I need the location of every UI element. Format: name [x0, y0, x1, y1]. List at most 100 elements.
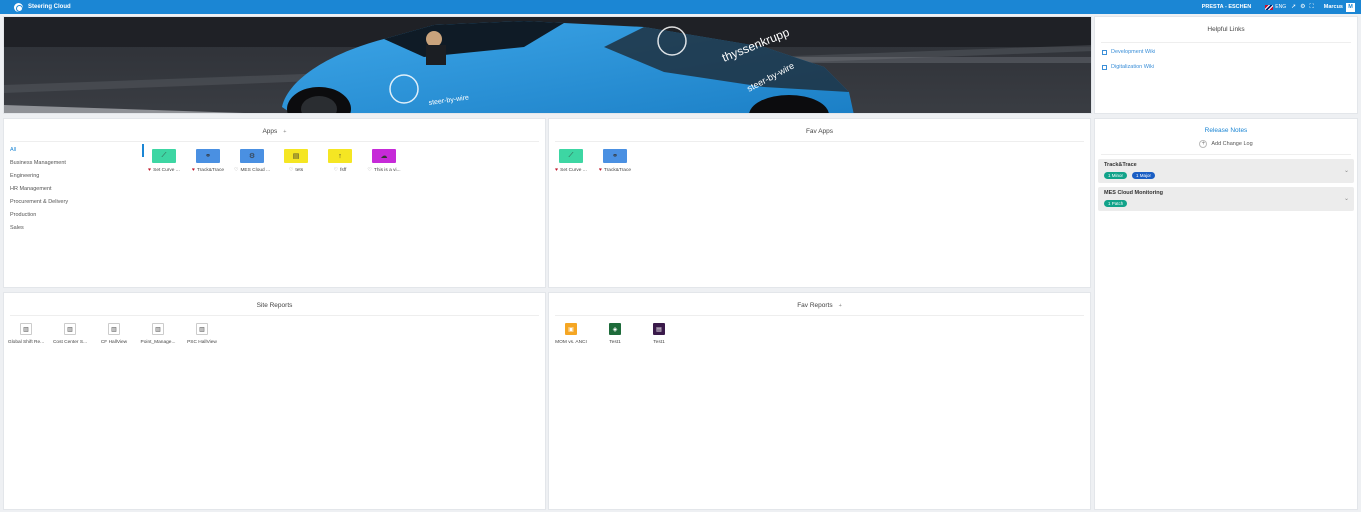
- plant-selector[interactable]: PRESTA - ESCHEN: [1202, 4, 1252, 10]
- fav-report-tile[interactable]: ▤ Test1: [638, 323, 680, 345]
- app-tile-label: ♡ MES Cloud ...: [232, 167, 272, 173]
- fav-reports-title: Fav Reports +: [549, 302, 1090, 309]
- app-name: This is a vi...: [373, 167, 401, 173]
- app-tile-label: ♥ Set Curve ...: [144, 167, 184, 173]
- add-report-icon[interactable]: +: [839, 303, 842, 309]
- divider: [10, 141, 539, 142]
- app-name: Steering Cloud: [28, 4, 71, 10]
- report-tile[interactable]: ▥ Point_Manage...: [137, 323, 179, 345]
- app-name: fsff: [340, 167, 347, 173]
- app-tile[interactable]: ⚙ ♡ MES Cloud ...: [232, 149, 272, 173]
- add-app-icon[interactable]: +: [283, 129, 286, 135]
- app-icon: ▤: [284, 149, 308, 163]
- app-icon: ↑: [328, 149, 352, 163]
- link-label: Digitalization Wiki: [1111, 64, 1155, 70]
- fav-report-tile[interactable]: ◈ Test1: [594, 323, 636, 345]
- category-production[interactable]: Production: [10, 212, 68, 225]
- app-icon: ☁: [372, 149, 396, 163]
- app-tile[interactable]: ⟋ ♥ Set Curve ...: [144, 149, 184, 173]
- steering-cloud-logo-icon: [14, 2, 23, 12]
- report-tile[interactable]: ▥ PSC HallView: [181, 323, 223, 345]
- version-badge: 1 Minor: [1104, 172, 1128, 179]
- report-tile[interactable]: ▥ Cost Center S...: [49, 323, 91, 345]
- app-icon: ⚭: [196, 149, 220, 163]
- pin-icon[interactable]: ➚: [1291, 4, 1296, 10]
- app-tile-label: ♡ tets: [276, 167, 316, 173]
- language-selector[interactable]: ENG: [1265, 4, 1286, 10]
- category-sales[interactable]: Sales: [10, 225, 68, 238]
- link-label: Development Wiki: [1111, 49, 1156, 55]
- version-badge: 1 Major: [1132, 172, 1156, 179]
- category-all[interactable]: All: [10, 147, 68, 160]
- report-icon: ▥: [152, 323, 164, 335]
- brand[interactable]: Steering Cloud: [14, 2, 71, 12]
- settings-icon[interactable]: ⚙: [1300, 4, 1305, 10]
- category-hr-management[interactable]: HR Management: [10, 186, 68, 199]
- divider: [1101, 154, 1351, 155]
- release-note-item[interactable]: MES Cloud Monitoring 1 Patch ⌄: [1098, 187, 1354, 211]
- app-icon: ⚭: [603, 149, 627, 163]
- chevron-down-icon[interactable]: ⌄: [1344, 195, 1349, 202]
- heart-filled-icon[interactable]: ♥: [148, 167, 151, 173]
- version-badge: 1 Patch: [1104, 200, 1128, 207]
- report-name: Cost Center S...: [52, 340, 88, 345]
- heart-filled-icon[interactable]: ♥: [192, 167, 195, 173]
- report-name: PSC HallView: [187, 340, 217, 345]
- heart-outline-icon[interactable]: ♡: [289, 167, 293, 173]
- app-name: Set Curve ...: [153, 167, 180, 173]
- app-name: MES Cloud ...: [240, 167, 271, 173]
- divider: [555, 315, 1084, 316]
- heart-outline-icon[interactable]: ♡: [334, 167, 338, 173]
- release-notes-panel: Release Notes + Add Change Log Track&Tra…: [1094, 118, 1358, 510]
- app-name: tets: [295, 167, 304, 173]
- top-right-controls: PRESTA - ESCHEN ENG ➚ ⚙ ⛶ Marcus M: [1202, 0, 1355, 14]
- category-engineering[interactable]: Engineering: [10, 173, 68, 186]
- app-tile-label: ♥ Track&Trace: [188, 167, 228, 173]
- report-icon: ▥: [20, 323, 32, 335]
- apps-panel: Apps + All Business Management Engineerin…: [3, 118, 546, 288]
- report-icon: ▥: [196, 323, 208, 335]
- app-tile[interactable]: ▤ ♡ tets: [276, 149, 316, 173]
- divider: [1101, 42, 1351, 43]
- plus-icon: +: [1199, 140, 1208, 148]
- language-label: ENG: [1275, 4, 1287, 10]
- category-procurement-delivery[interactable]: Procurement & Delivery: [10, 199, 68, 212]
- report-name: Test1: [653, 340, 665, 345]
- heart-filled-icon[interactable]: ♥: [599, 167, 602, 173]
- fav-app-tile[interactable]: ⚭ ♥ Track&Trace: [595, 149, 635, 173]
- add-change-log-button[interactable]: + Add Change Log: [1095, 140, 1357, 148]
- fav-apps-title: Fav Apps: [805, 128, 834, 135]
- avatar[interactable]: M: [1346, 2, 1355, 12]
- link-digitalization-wiki[interactable]: Digitalization Wiki: [1102, 64, 1154, 70]
- category-business-management[interactable]: Business Management: [10, 160, 68, 173]
- report-tile[interactable]: ▥ CF HallView: [93, 323, 135, 345]
- fav-reports-panel: Fav Reports + ▣ MOM vs. ANCI ◈ Test1 ▤ Test1: [548, 292, 1091, 510]
- report-tile[interactable]: ▥ Global Shift Re...: [5, 323, 47, 345]
- release-note-item[interactable]: Track&Trace 1 Minor 1 Major ⌄: [1098, 159, 1354, 183]
- banner-car-image: thyssenkrupp steer-by-wire steer-by-wire: [4, 17, 1091, 113]
- helpful-links-panel: Helpful Links Development Wiki Digitaliz…: [1094, 16, 1358, 114]
- report-name: Global Shift Re...: [7, 340, 45, 345]
- fav-app-tile[interactable]: ⟋ ♥ Set Curve ...: [551, 149, 591, 173]
- heart-outline-icon[interactable]: ♡: [367, 167, 371, 173]
- app-name: Track&Trace: [196, 167, 225, 173]
- flag-uk-icon: [1265, 4, 1274, 10]
- app-tile[interactable]: ☁ ♡ This is a vi...: [364, 149, 404, 173]
- heart-outline-icon[interactable]: ♡: [234, 167, 238, 173]
- app-tile[interactable]: ⚭ ♥ Track&Trace: [188, 149, 228, 173]
- user-name[interactable]: Marcus: [1324, 4, 1343, 10]
- app-tile[interactable]: ↑ ♡ fsff: [320, 149, 360, 173]
- wiki-icon: [1102, 49, 1107, 55]
- fav-reports-title-text: Fav Reports: [797, 302, 833, 309]
- link-development-wiki[interactable]: Development Wiki: [1102, 49, 1155, 55]
- app-icon: ⟋: [559, 149, 583, 163]
- wiki-icon: [1102, 64, 1107, 70]
- site-reports-panel: Site Reports ▥ Global Shift Re... ▥ Cost Ce…: [3, 292, 546, 510]
- heart-filled-icon[interactable]: ♥: [555, 167, 558, 173]
- fullscreen-icon[interactable]: ⛶: [1310, 4, 1314, 10]
- app-icon: ⚙: [240, 149, 264, 163]
- report-icon: ◈: [609, 323, 621, 335]
- add-change-log-label: Add Change Log: [1211, 141, 1253, 147]
- chevron-down-icon[interactable]: ⌄: [1344, 167, 1349, 174]
- fav-report-tile[interactable]: ▣ MOM vs. ANCI: [550, 323, 592, 345]
